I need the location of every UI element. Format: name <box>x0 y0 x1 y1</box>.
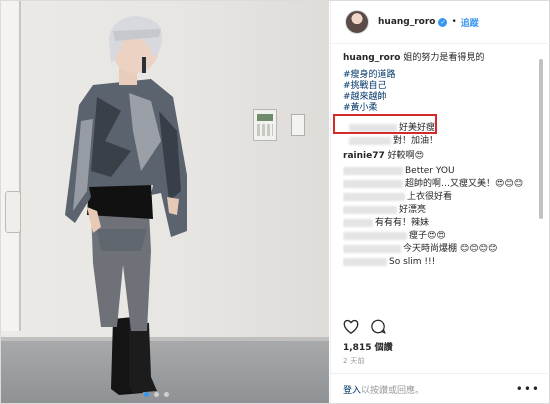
action-bar <box>343 319 386 334</box>
post-header: huang_roro ✓ • 追蹤 <box>331 1 550 44</box>
caption-text: 姐的努力是看得見的 <box>403 53 485 63</box>
blurred-username <box>349 136 391 145</box>
login-link[interactable]: 登入 <box>343 383 361 396</box>
comment: 有有有！辣妹 <box>343 217 543 230</box>
post-sidebar: huang_roro ✓ • 追蹤 huang_roro 姐的努力是看得見的 #… <box>330 1 550 403</box>
blurred-username <box>343 231 407 240</box>
caption: huang_roro 姐的努力是看得見的 #瘦身的道路 #挑戰自己 #越來越帥 … <box>343 52 543 114</box>
hashtag[interactable]: #瘦身的道路 <box>343 70 543 81</box>
avatar[interactable] <box>345 10 369 34</box>
comment-text: 上衣很好看 <box>407 192 453 202</box>
blurred-username <box>343 218 373 227</box>
comment-text: 瘦子😍😍 <box>409 231 446 241</box>
carousel-dots <box>144 392 169 397</box>
header-separator: • <box>451 17 457 27</box>
comment: 超帥的啊…又瘦又美！😍😊😊 <box>343 178 543 191</box>
comment: 好漂亮 <box>343 204 543 217</box>
comment: 對！加油！ <box>343 135 543 148</box>
blurred-username <box>343 166 403 175</box>
caption-username[interactable]: huang_roro <box>343 53 400 63</box>
comments-list[interactable]: huang_roro 姐的努力是看得見的 #瘦身的道路 #挑戰自己 #越來越帥 … <box>343 52 543 312</box>
hashtag[interactable]: #挑戰自己 <box>343 81 543 92</box>
comment-username[interactable]: rainie77 <box>343 151 385 161</box>
comment-text: 今天時尚爆棚 😊😊😊😊 <box>403 244 498 254</box>
comment-text: 對！加油！ <box>393 136 439 146</box>
comment: 今天時尚爆棚 😊😊😊😊 <box>343 243 543 256</box>
more-options-icon[interactable]: ••• <box>516 382 540 396</box>
comment-text: 好較啊😍 <box>387 151 424 161</box>
post-time[interactable]: 2 天前 <box>343 356 365 366</box>
hashtag[interactable]: #黃小柔 <box>343 103 543 114</box>
comment-text: So slim !!! <box>389 257 436 267</box>
highlight-box <box>333 114 437 134</box>
comment-text: 超帥的啊…又瘦又美！😍😊😊 <box>405 179 524 189</box>
login-prompt-text: 以按讚或回應。 <box>361 385 425 396</box>
blurred-username <box>343 244 401 253</box>
caption-hashtags: #瘦身的道路 #挑戰自己 #越來越帥 #黃小柔 <box>343 70 543 114</box>
header-username[interactable]: huang_roro <box>378 17 435 27</box>
blurred-username <box>343 205 397 214</box>
comment-icon[interactable] <box>371 319 386 334</box>
heart-icon[interactable] <box>343 319 359 334</box>
comment: 瘦子😍😍 <box>343 230 543 243</box>
login-bar: 登入 以按讚或回應。 ••• <box>331 373 550 404</box>
comment: 上衣很好看 <box>343 191 543 204</box>
comment-highlighted: rainie77 好較啊😍 <box>343 150 543 163</box>
hashtag[interactable]: #越來越帥 <box>343 92 543 103</box>
likes-count[interactable]: 1,815 個讚 <box>343 340 393 353</box>
comment-text: Better YOU <box>405 166 455 176</box>
verified-badge-icon: ✓ <box>438 17 448 27</box>
person-figure <box>65 16 187 395</box>
post-photo[interactable] <box>1 1 329 403</box>
blurred-username <box>343 257 387 266</box>
comment: So slim !!! <box>343 256 543 269</box>
comment-text: 好漂亮 <box>399 205 427 215</box>
blurred-username <box>343 192 405 201</box>
comment-text: 有有有！辣妹 <box>375 218 430 228</box>
follow-button[interactable]: 追蹤 <box>461 16 479 29</box>
carousel-dot[interactable] <box>164 392 169 397</box>
blurred-username <box>343 179 403 188</box>
carousel-dot[interactable] <box>154 392 159 397</box>
comments-scrollbar[interactable] <box>539 59 543 219</box>
instagram-post: huang_roro ✓ • 追蹤 huang_roro 姐的努力是看得見的 #… <box>0 0 550 404</box>
carousel-dot-active[interactable] <box>144 392 149 397</box>
comment: Better YOU <box>343 165 543 178</box>
